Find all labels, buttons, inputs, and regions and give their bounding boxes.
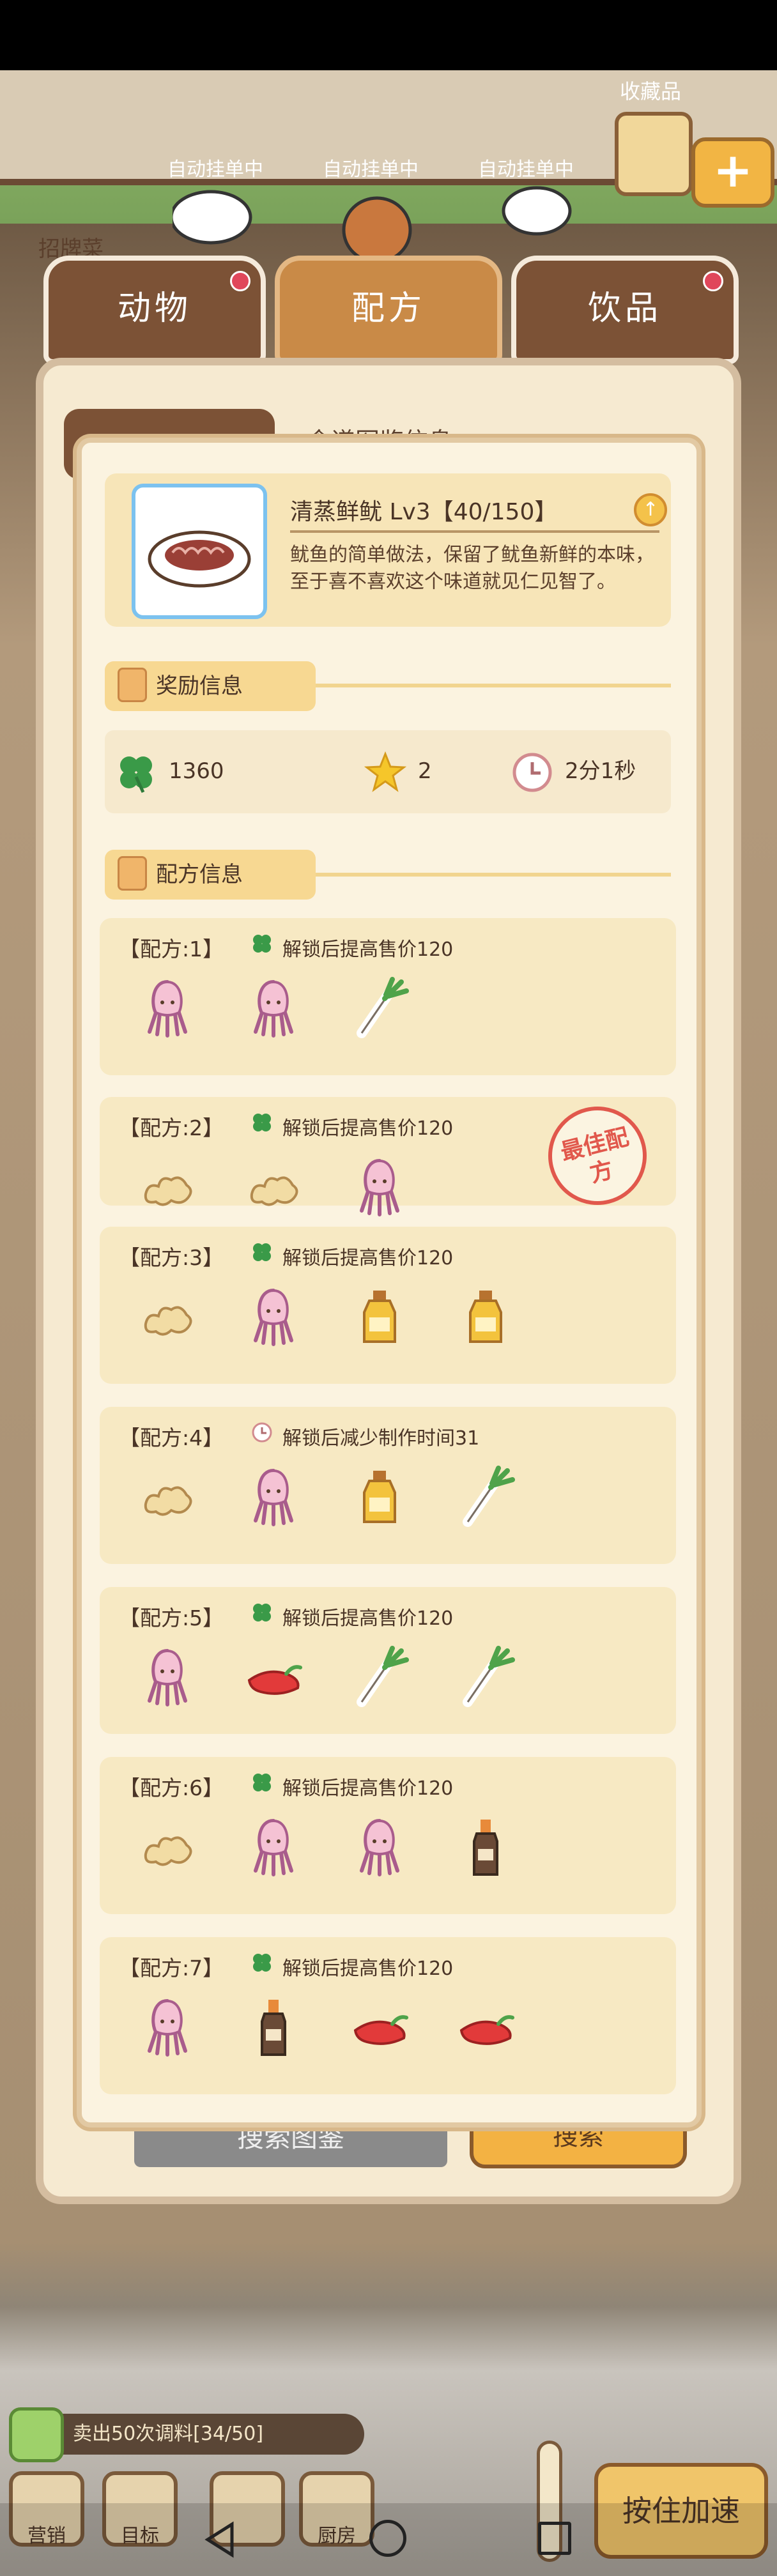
clover-icon [250, 1241, 273, 1266]
recipe-title: 【配方:3】 [119, 1245, 224, 1270]
goal-icon [9, 2407, 64, 2462]
reward-section-title: 奖励信息 [105, 661, 316, 711]
squid-icon [348, 1156, 412, 1222]
recipe-card[interactable]: 【配方:3】 解锁后提高售价120 [100, 1227, 676, 1384]
collection-label: 收藏品 [620, 79, 682, 103]
recipe-unlock-note: 解锁后提高售价120 [282, 1958, 454, 1980]
status-bar-area [0, 0, 777, 70]
reward-time: 2分1秒 [511, 749, 636, 793]
auto-order-label: 自动挂单中 [478, 158, 574, 181]
recipe-card[interactable]: 【配方:6】 解锁后提高售价120 [100, 1757, 676, 1914]
scallion-icon [454, 1646, 518, 1712]
section-line [316, 684, 671, 687]
oil-icon [348, 1285, 412, 1352]
tab-recipes[interactable]: 配方 [275, 256, 502, 364]
soy-sauce-icon [242, 1996, 305, 2062]
clover-icon [250, 1771, 273, 1797]
reward-star: 2 [364, 749, 432, 793]
collection-cauldron-icon[interactable] [615, 112, 693, 196]
auto-order-label: 自动挂单中 [323, 158, 419, 181]
reward-clover: 1360 [115, 749, 224, 793]
dish-image-frame [132, 484, 267, 619]
clover-icon [250, 932, 273, 958]
recipe-unlock-note: 解锁后提高售价120 [282, 1117, 454, 1140]
back-icon[interactable] [201, 2520, 240, 2559]
recipe-card[interactable]: 【配方:4】 解锁后减少制作时间31 [100, 1407, 676, 1564]
squid-icon [135, 1646, 199, 1712]
tab-animals[interactable]: 动物 [43, 256, 266, 364]
chef-animals [173, 186, 572, 262]
recipe-card[interactable]: 【配方:1】 解锁后提高售价120 [100, 918, 676, 1075]
tab-drinks[interactable]: 饮品 [511, 256, 739, 364]
clover-icon [250, 1951, 273, 1977]
scallion-icon [348, 1646, 412, 1712]
squid-icon [242, 1466, 305, 1532]
dish-name: 清蒸鲜鱿 Lv3【40/150】 [290, 499, 558, 525]
chili-icon [242, 1646, 305, 1712]
recipe-title: 【配方:6】 [119, 1775, 224, 1800]
recipe-title: 【配方:2】 [119, 1116, 224, 1140]
recipe-card[interactable]: 【配方:5】 解锁后提高售价120 [100, 1587, 676, 1734]
section-line [316, 873, 671, 877]
squid-icon [242, 1816, 305, 1882]
squid-icon [242, 977, 305, 1043]
recipe-unlock-note: 解锁后提高售价120 [282, 1777, 454, 1800]
ginger-icon [242, 1156, 305, 1222]
recipe-card[interactable]: 【配方:7】 解锁后提高售价120 [100, 1937, 676, 2094]
ginger-icon [135, 1285, 199, 1352]
clover-icon [120, 756, 152, 793]
chili-icon [454, 1996, 518, 2062]
oil-icon [348, 1466, 412, 1532]
squid-icon [348, 1816, 412, 1882]
chili-icon [348, 1996, 412, 2062]
recipe-title: 【配方:5】 [119, 1606, 224, 1630]
notification-badge [230, 271, 250, 291]
notification-badge [703, 271, 723, 291]
scallion-icon [348, 977, 412, 1043]
recipe-unlock-note: 解锁后提高售价120 [282, 939, 454, 961]
auto-order-label: 自动挂单中 [167, 158, 263, 181]
clock-icon [250, 1421, 273, 1446]
dish-description: 鱿鱼的简单做法，保留了鱿鱼新鲜的本味，至于喜不喜欢这个味道就见仁见智了。 [290, 544, 654, 593]
up-arrow-icon[interactable]: ↑ [634, 493, 667, 526]
recipe-unlock-note: 解锁后减少制作时间31 [282, 1427, 480, 1450]
oil-icon [454, 1285, 518, 1352]
squid-icon [242, 1285, 305, 1352]
steamed-squid-dish-icon [148, 530, 251, 588]
ginger-icon [135, 1466, 199, 1532]
clover-icon [250, 1111, 273, 1137]
add-button[interactable]: + [691, 137, 774, 208]
recipe-unlock-note: 解锁后提高售价120 [282, 1607, 454, 1630]
recent-apps-icon[interactable] [538, 2522, 571, 2555]
clipboard-icon [118, 855, 147, 891]
recipe-title: 【配方:7】 [119, 1956, 224, 1981]
scallion-icon [454, 1466, 518, 1532]
clock-icon [512, 753, 552, 792]
squid-icon [135, 1996, 199, 2062]
divider [290, 530, 659, 533]
clipboard-icon [118, 667, 147, 702]
soy-sauce-icon [454, 1816, 518, 1882]
ginger-icon [135, 1156, 199, 1222]
squid-icon [135, 977, 199, 1043]
home-icon[interactable] [369, 2520, 406, 2557]
recipe-unlock-note: 解锁后提高售价120 [282, 1247, 454, 1269]
recipe-section-title: 配方信息 [105, 850, 316, 900]
recipe-title: 【配方:1】 [119, 937, 224, 962]
ginger-icon [135, 1816, 199, 1882]
clover-icon [250, 1601, 273, 1627]
recipe-title: 【配方:4】 [119, 1425, 224, 1450]
star-icon [364, 751, 406, 792]
